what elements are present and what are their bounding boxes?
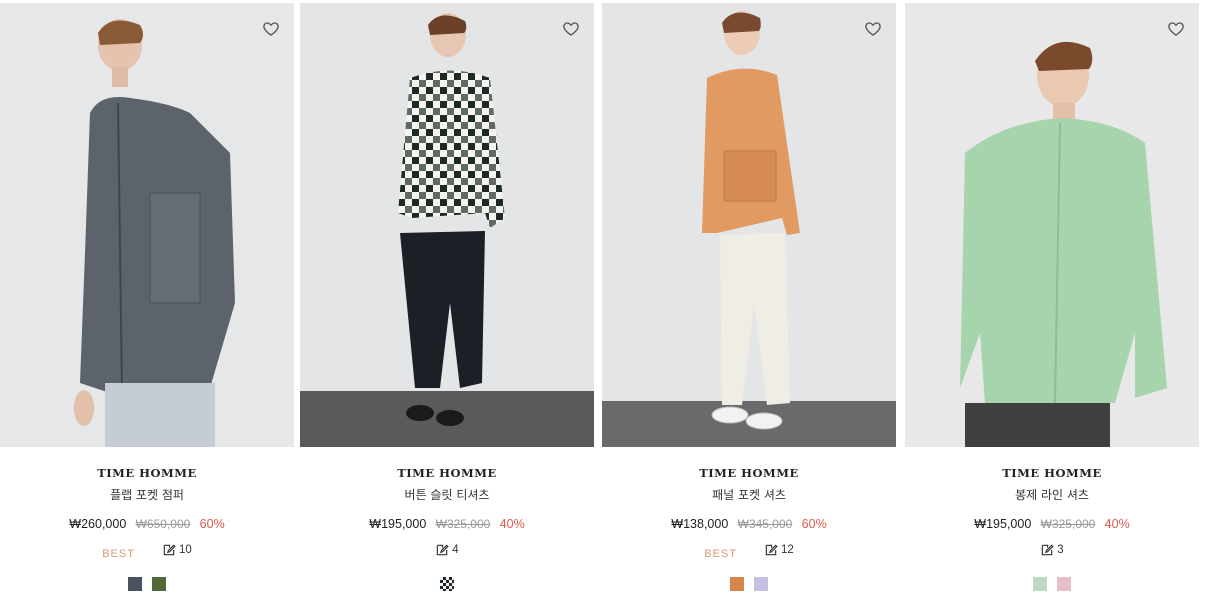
discount-rate: 60% bbox=[801, 517, 827, 531]
color-swatch[interactable] bbox=[730, 576, 745, 591]
original-price: ₩345,000 bbox=[737, 517, 793, 531]
review-count[interactable]: 3 bbox=[1040, 543, 1064, 557]
heart-outline-icon bbox=[1168, 22, 1184, 36]
product-grid: TIME HOMME 플랩 포켓 점퍼 ₩260,000 ₩650,000 60… bbox=[0, 3, 1210, 614]
discount-rate: 60% bbox=[199, 517, 225, 531]
review-count-label: 4 bbox=[452, 544, 459, 556]
product-photo bbox=[74, 19, 235, 447]
heart-outline-icon bbox=[563, 22, 579, 36]
product-name[interactable]: 버튼 슬릿 티셔츠 bbox=[300, 486, 594, 503]
meta-row: 3 bbox=[905, 543, 1199, 559]
sale-price: ₩195,000 bbox=[974, 517, 1032, 531]
product-card[interactable]: TIME HOMME 패널 포켓 셔츠 ₩138,000 ₩345,000 60… bbox=[602, 3, 896, 603]
color-swatches bbox=[300, 573, 594, 591]
review-count-label: 3 bbox=[1057, 544, 1064, 556]
product-photo bbox=[960, 41, 1167, 447]
product-card[interactable]: TIME HOMME 플랩 포켓 점퍼 ₩260,000 ₩650,000 60… bbox=[0, 3, 294, 603]
review-count-label: 12 bbox=[781, 544, 794, 556]
product-image[interactable] bbox=[602, 3, 896, 447]
price-row: ₩195,000 ₩325,000 40% bbox=[300, 517, 594, 531]
original-price: ₩325,000 bbox=[1040, 517, 1096, 531]
color-swatches bbox=[0, 573, 294, 591]
original-price: ₩650,000 bbox=[135, 517, 191, 531]
color-swatches bbox=[602, 573, 896, 591]
product-image[interactable] bbox=[300, 3, 594, 447]
product-name[interactable]: 패널 포켓 셔츠 bbox=[602, 486, 896, 503]
color-swatch-checker[interactable] bbox=[440, 576, 454, 591]
price-row: ₩195,000 ₩325,000 40% bbox=[905, 517, 1199, 531]
original-price: ₩325,000 bbox=[435, 517, 491, 531]
product-brand[interactable]: TIME HOMME bbox=[905, 466, 1199, 480]
price-row: ₩260,000 ₩650,000 60% bbox=[0, 517, 294, 531]
color-swatch[interactable] bbox=[128, 576, 143, 591]
meta-row: BEST 12 bbox=[602, 543, 896, 560]
product-photo bbox=[398, 13, 505, 426]
edit-pencil-icon bbox=[765, 544, 778, 556]
product-brand[interactable]: TIME HOMME bbox=[300, 466, 594, 480]
best-badge: BEST bbox=[102, 548, 135, 560]
color-swatch[interactable] bbox=[1033, 576, 1048, 591]
product-photo bbox=[702, 11, 800, 430]
color-swatches bbox=[905, 573, 1199, 591]
color-swatch[interactable] bbox=[151, 576, 166, 591]
heart-outline-icon bbox=[263, 22, 279, 36]
color-swatch[interactable] bbox=[753, 576, 768, 591]
discount-rate: 40% bbox=[499, 517, 525, 531]
product-card[interactable]: TIME HOMME 버튼 슬릿 티셔츠 ₩195,000 ₩325,000 4… bbox=[300, 3, 594, 603]
edit-pencil-icon bbox=[163, 544, 176, 556]
wishlist-button[interactable] bbox=[1167, 20, 1185, 38]
sale-price: ₩138,000 bbox=[671, 517, 729, 531]
wishlist-button[interactable] bbox=[562, 20, 580, 38]
product-card[interactable]: TIME HOMME 봉제 라인 셔츠 ₩195,000 ₩325,000 40… bbox=[905, 3, 1199, 603]
meta-row: 4 bbox=[300, 543, 594, 559]
product-image[interactable] bbox=[0, 3, 294, 447]
review-count-label: 10 bbox=[179, 544, 192, 556]
review-count[interactable]: 10 bbox=[162, 543, 192, 557]
wishlist-button[interactable] bbox=[262, 20, 280, 38]
wishlist-button[interactable] bbox=[864, 20, 882, 38]
discount-rate: 40% bbox=[1104, 517, 1130, 531]
best-badge: BEST bbox=[704, 548, 737, 560]
edit-pencil-icon bbox=[1042, 544, 1054, 556]
product-name[interactable]: 플랩 포켓 점퍼 bbox=[0, 486, 294, 503]
product-image[interactable] bbox=[905, 3, 1199, 447]
edit-pencil-icon bbox=[437, 544, 449, 556]
sale-price: ₩260,000 bbox=[69, 517, 127, 531]
heart-outline-icon bbox=[865, 22, 881, 36]
product-brand[interactable]: TIME HOMME bbox=[0, 466, 294, 480]
price-row: ₩138,000 ₩345,000 60% bbox=[602, 517, 896, 531]
sale-price: ₩195,000 bbox=[369, 517, 427, 531]
product-name[interactable]: 봉제 라인 셔츠 bbox=[905, 486, 1199, 503]
review-count[interactable]: 12 bbox=[764, 543, 794, 557]
meta-row: BEST 10 bbox=[0, 543, 294, 560]
color-swatch[interactable] bbox=[1056, 576, 1071, 591]
product-brand[interactable]: TIME HOMME bbox=[602, 466, 896, 480]
review-count[interactable]: 4 bbox=[435, 543, 459, 557]
